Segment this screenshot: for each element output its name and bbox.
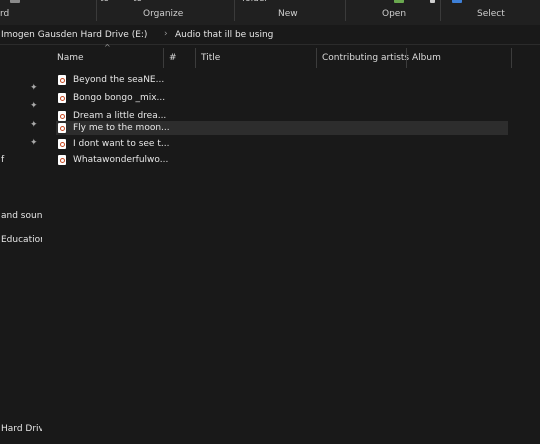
breadcrumb-drive[interactable]: Imogen Gausden Hard Drive (E:) xyxy=(1,30,147,40)
file-row[interactable]: Beyond the seaNE... xyxy=(56,73,508,87)
ribbon-group-new: New xyxy=(278,9,298,19)
select-all-icon[interactable] xyxy=(452,0,462,3)
ribbon: to to folder rd Organize New Open Select xyxy=(0,0,540,25)
ribbon-item-icon[interactable] xyxy=(10,0,20,3)
column-separator[interactable] xyxy=(316,48,317,68)
ribbon-group-organize: Organize xyxy=(143,9,184,19)
address-bar[interactable]: Imogen Gausden Hard Drive (E:) › Audio t… xyxy=(0,26,540,45)
nav-item-education[interactable]: Education xyxy=(1,235,42,245)
audio-file-icon xyxy=(58,111,66,121)
ribbon-group-select: Select xyxy=(477,9,505,19)
file-name: Beyond the seaNE... xyxy=(73,75,165,85)
audio-file-icon xyxy=(58,155,66,165)
nav-item[interactable]: f xyxy=(1,155,4,165)
ribbon-separator xyxy=(234,0,235,21)
audio-file-icon xyxy=(58,139,66,149)
audio-file-icon xyxy=(58,123,66,133)
file-row[interactable]: I dont want to see t... xyxy=(56,137,508,151)
nav-item-sound[interactable]: and sound xyxy=(1,211,42,221)
ribbon-group-open: Open xyxy=(382,9,407,19)
audio-file-icon xyxy=(58,93,66,103)
sort-ascending-icon[interactable]: ^ xyxy=(104,43,111,52)
breadcrumb-folder[interactable]: Audio that ill be using xyxy=(175,30,273,40)
column-header-album[interactable]: Album xyxy=(412,53,441,63)
file-name: Dream a little drea... xyxy=(73,111,167,121)
file-row[interactable]: Bongo bongo _mix... xyxy=(56,91,508,105)
column-header-number[interactable]: # xyxy=(169,53,177,63)
pin-icon[interactable]: ✦ xyxy=(30,83,38,93)
ribbon-separator xyxy=(345,0,346,21)
column-header-contributing-artists[interactable]: Contributing artists xyxy=(322,53,409,63)
file-name: I dont want to see t... xyxy=(73,139,170,149)
ribbon-separator xyxy=(96,0,97,21)
file-name: Whatawonderfulwo... xyxy=(73,155,169,165)
column-header-name[interactable]: Name xyxy=(57,53,84,63)
column-separator[interactable] xyxy=(195,48,196,68)
pin-icon[interactable]: ✦ xyxy=(30,101,38,111)
navigation-pane: ✦ ✦ ✦ ✦ f and sound Education Hard Drive xyxy=(0,45,42,444)
column-separator[interactable] xyxy=(406,48,407,68)
pin-icon[interactable]: ✦ xyxy=(30,138,38,148)
ribbon-fragment-1[interactable]: to xyxy=(100,0,109,4)
open-with-icon[interactable] xyxy=(394,0,404,3)
nav-item-hard-drive[interactable]: Hard Drive xyxy=(1,424,42,434)
file-list: ^ Name # Title Contributing artists Albu… xyxy=(42,43,540,444)
file-name: Fly me to the moon... xyxy=(73,123,170,133)
file-row[interactable]: Whatawonderfulwo... xyxy=(56,153,508,167)
column-separator[interactable] xyxy=(163,48,164,68)
ribbon-fragment-folder[interactable]: folder xyxy=(242,0,268,4)
breadcrumb-chevron-icon[interactable]: › xyxy=(164,29,168,39)
column-header-title[interactable]: Title xyxy=(201,53,220,63)
file-name: Bongo bongo _mix... xyxy=(73,93,166,103)
properties-icon[interactable] xyxy=(430,0,435,3)
ribbon-separator xyxy=(440,0,441,21)
column-separator[interactable] xyxy=(511,48,512,68)
file-row-selected[interactable]: Fly me to the moon... xyxy=(56,121,508,135)
ribbon-group-clipboard: rd xyxy=(0,9,10,19)
pin-icon[interactable]: ✦ xyxy=(30,120,38,130)
ribbon-fragment-2[interactable]: to xyxy=(133,0,142,4)
audio-file-icon xyxy=(58,75,66,85)
